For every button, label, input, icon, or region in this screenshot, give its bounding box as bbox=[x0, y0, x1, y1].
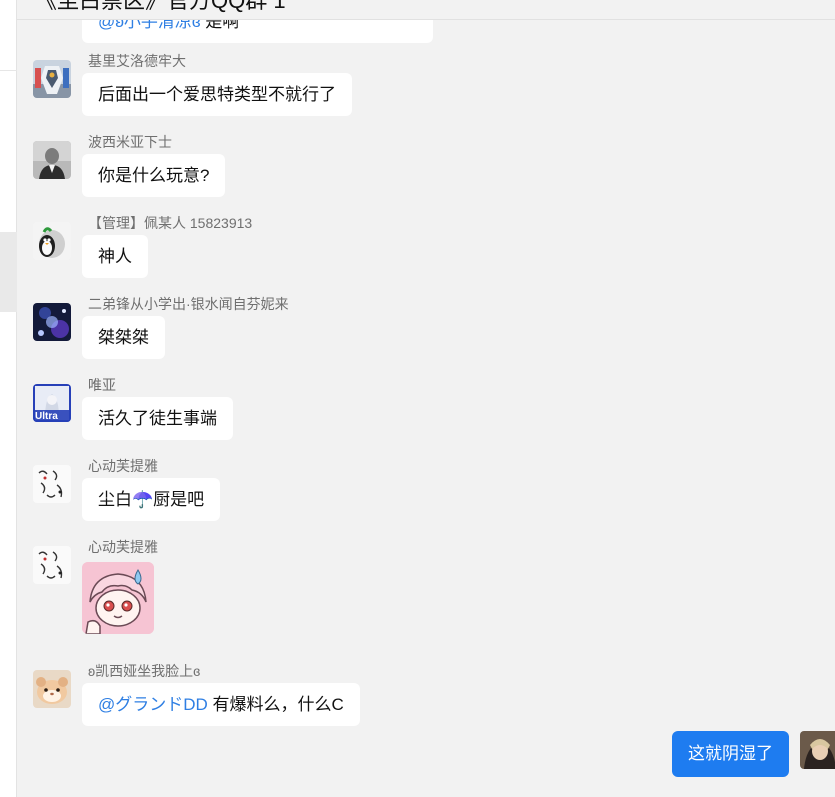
ultra-label: Ultra bbox=[35, 411, 58, 422]
my-message-bubble[interactable]: 这就阴湿了 bbox=[672, 731, 789, 777]
mention-link[interactable]: @グランドDD bbox=[98, 695, 208, 714]
message-text: 厨是吧 bbox=[153, 490, 205, 509]
mention-link[interactable]: @ʚ小手清凉ɞ bbox=[98, 20, 201, 31]
message-text: 有爆料么，什么C bbox=[207, 695, 344, 714]
message-bubble[interactable]: 你是什么玩意? bbox=[82, 154, 226, 197]
self-avatar-icon[interactable] bbox=[800, 731, 835, 769]
qq-chat-window: 《尘白禁区》官方QQ群 1 @ʚ小手清凉ɞ 是啊 基里艾洛德牢大 后面出一个爱思… bbox=[0, 0, 835, 797]
sketch-avatar-icon[interactable] bbox=[33, 546, 71, 584]
sender-name[interactable]: 心动芙提雅 bbox=[88, 457, 158, 475]
message-bubble[interactable]: 后面出一个爱思特类型不就行了 bbox=[82, 73, 352, 116]
hamster-avatar-icon[interactable] bbox=[33, 670, 71, 708]
sender-name[interactable]: 心动芙提雅 bbox=[88, 538, 158, 556]
sender-name[interactable]: 二弟锋从小学出·银水闻自芬妮来 bbox=[88, 295, 289, 313]
message-list[interactable]: @ʚ小手清凉ɞ 是啊 基里艾洛德牢大 后面出一个爱思特类型不就行了 波西米亚下士… bbox=[17, 20, 835, 797]
dark-anime-avatar-icon[interactable] bbox=[33, 303, 71, 341]
mecha-avatar-icon[interactable] bbox=[33, 60, 71, 98]
penguin-avatar-icon[interactable] bbox=[33, 222, 71, 260]
sender-name[interactable]: 基里艾洛德牢大 bbox=[88, 52, 186, 70]
ultra-avatar-icon[interactable]: Ultra bbox=[33, 384, 71, 422]
sender-name[interactable]: ʚ凯西娅坐我脸上ɞ bbox=[88, 662, 200, 680]
message-bubble[interactable]: 活久了徒生事端 bbox=[82, 397, 233, 440]
chat-header: 《尘白禁区》官方QQ群 1 bbox=[17, 0, 835, 20]
message-bubble[interactable]: 神人 bbox=[82, 235, 148, 278]
message-bubble[interactable]: 桀桀桀 bbox=[82, 316, 165, 359]
sender-name[interactable]: 唯亚 bbox=[88, 376, 116, 394]
message-text: 是啊 bbox=[200, 20, 240, 31]
crying-anime-girl-sticker-icon[interactable] bbox=[82, 562, 154, 634]
message-bubble[interactable]: 尘白☂️厨是吧 bbox=[82, 478, 221, 521]
chat-title: 《尘白禁区》官方QQ群 1 bbox=[35, 0, 286, 13]
divider bbox=[0, 70, 17, 71]
selected-conversation-edge[interactable] bbox=[0, 232, 17, 312]
sender-name[interactable]: 【管理】佩某人 15823913 bbox=[88, 214, 252, 232]
sketch-avatar-icon[interactable] bbox=[33, 465, 71, 503]
sender-name[interactable]: 波西米亚下士 bbox=[88, 133, 172, 151]
message-text: 尘白 bbox=[98, 490, 132, 509]
portrait-avatar-icon[interactable] bbox=[33, 141, 71, 179]
conversation-list-edge bbox=[0, 0, 17, 797]
message-bubble[interactable]: @ʚ小手清凉ɞ 是啊 bbox=[82, 20, 433, 43]
umbrella-icon: ☂️ bbox=[132, 490, 154, 509]
message-bubble[interactable]: @グランドDD 有爆料么，什么C bbox=[82, 683, 360, 726]
